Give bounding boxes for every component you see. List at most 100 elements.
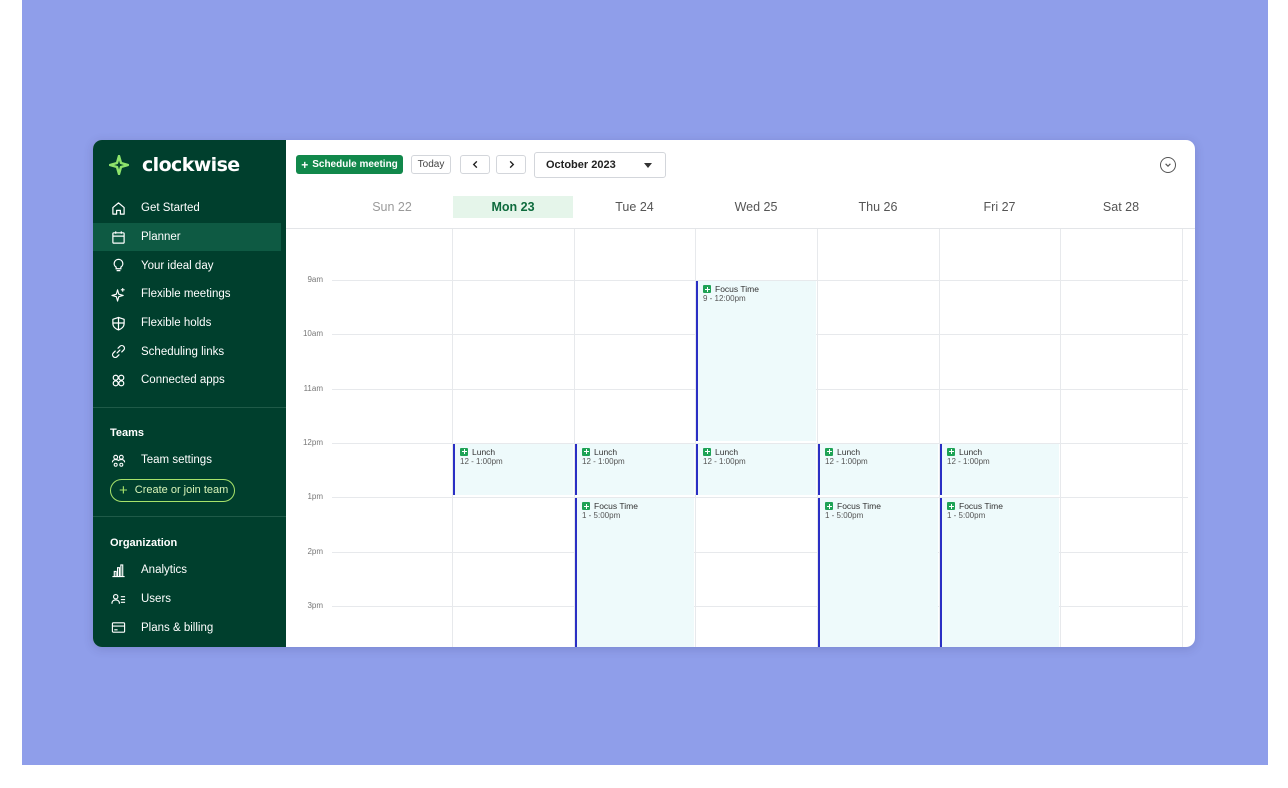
sidebar-item-label: Get Started bbox=[141, 202, 200, 215]
main-nav: Get Started Planner Your ideal day Flexi… bbox=[93, 194, 286, 395]
create-or-join-team-button[interactable]: + Create or join team bbox=[110, 478, 235, 502]
clockwise-event-icon bbox=[460, 447, 468, 456]
hour-label: 10am bbox=[302, 329, 323, 339]
hour-gridline bbox=[332, 605, 1188, 607]
event-title: Lunch bbox=[959, 446, 983, 457]
event-title: Focus Time bbox=[959, 501, 1003, 512]
app-name: clockwise bbox=[142, 154, 240, 176]
today-button[interactable]: Today bbox=[411, 155, 451, 174]
event-title: Focus Time bbox=[715, 284, 759, 294]
sidebar-item-label: Flexible holds bbox=[141, 317, 212, 330]
sidebar-item-users[interactable]: Users bbox=[93, 585, 286, 614]
users-list-icon bbox=[110, 591, 126, 607]
clockwise-event-icon bbox=[582, 502, 590, 511]
event-title-row: Focus Time bbox=[947, 501, 1059, 511]
apps-icon bbox=[110, 372, 126, 388]
event-time: 1 - 5:00pm bbox=[825, 511, 864, 521]
calendar-icon bbox=[110, 229, 126, 245]
hour-gridline bbox=[332, 497, 1188, 499]
event-title: Lunch bbox=[594, 446, 618, 457]
calendar-event[interactable]: Focus Time 1 - 5:00pm bbox=[940, 498, 1059, 647]
more-options-button[interactable] bbox=[1160, 157, 1176, 173]
home-icon bbox=[110, 200, 126, 216]
clockwise-event-icon bbox=[703, 285, 711, 293]
teams-section: Teams Team settings + Create or join tea… bbox=[93, 408, 286, 502]
schedule-meeting-button[interactable]: + Schedule meeting bbox=[296, 155, 403, 174]
day-header[interactable]: Sat 28 bbox=[1060, 196, 1182, 218]
sidebar-item-ideal-day[interactable]: Your ideal day bbox=[93, 251, 286, 280]
event-title: Focus Time bbox=[594, 501, 638, 512]
clockwise-logo-icon bbox=[109, 155, 129, 175]
event-time: 12 - 1:00pm bbox=[582, 456, 625, 466]
lightbulb-icon bbox=[110, 258, 126, 274]
calendar-event[interactable]: Lunch 12 - 1:00pm bbox=[940, 443, 1059, 496]
day-header[interactable]: Fri 27 bbox=[939, 196, 1060, 218]
calendar-event[interactable]: Lunch 12 - 1:00pm bbox=[575, 443, 694, 496]
sidebar-item-label: Connected apps bbox=[141, 374, 225, 387]
teams-heading: Teams bbox=[110, 427, 145, 439]
plus-icon: + bbox=[119, 481, 128, 499]
event-title: Lunch bbox=[472, 446, 496, 457]
event-title-row: Focus Time bbox=[582, 501, 694, 511]
sidebar-item-plans-billing[interactable]: Plans & billing bbox=[93, 613, 286, 642]
event-time: 12 - 1:00pm bbox=[460, 456, 503, 466]
sidebar-item-flexible-holds[interactable]: Flexible holds bbox=[93, 309, 286, 338]
event-title-row: Lunch bbox=[825, 447, 938, 457]
month-label: October 2023 bbox=[546, 159, 616, 171]
sidebar: clockwise Get Started Planner Your ideal… bbox=[93, 140, 286, 647]
day-column-divider bbox=[1060, 229, 1061, 647]
calendar-event[interactable]: Lunch 12 - 1:00pm bbox=[818, 443, 938, 496]
week-calendar: 9am 10am 11am 12pm 1pm 2pm 3pm Focus Time 9 - 12… bbox=[286, 188, 1195, 647]
sidebar-item-label: Flexible meetings bbox=[141, 288, 231, 301]
sidebar-item-label: Planner bbox=[141, 231, 181, 244]
hour-label: 9am bbox=[307, 275, 323, 284]
next-week-button[interactable] bbox=[496, 155, 526, 174]
team-icon bbox=[110, 452, 126, 468]
shield-icon bbox=[110, 315, 126, 331]
sidebar-item-get-started[interactable]: Get Started bbox=[93, 194, 286, 223]
sidebar-item-label: Scheduling links bbox=[141, 345, 225, 358]
previous-week-button[interactable] bbox=[460, 155, 490, 174]
day-header[interactable]: Sun 22 bbox=[332, 196, 452, 218]
event-title: Focus Time bbox=[837, 501, 881, 512]
sidebar-item-label: Your ideal day bbox=[141, 259, 214, 272]
clockwise-event-icon bbox=[582, 447, 590, 456]
logo[interactable]: clockwise bbox=[109, 154, 240, 176]
organization-section: Organization Analytics Users Plans & bil… bbox=[93, 517, 286, 642]
app-window: clockwise Get Started Planner Your ideal… bbox=[93, 140, 1195, 647]
hour-label: 3pm bbox=[307, 600, 323, 610]
event-title: Lunch bbox=[837, 446, 861, 457]
day-header[interactable]: Mon 23 bbox=[453, 196, 573, 218]
calendar-event[interactable]: Focus Time 9 - 12:00pm bbox=[696, 281, 816, 441]
calendar-event[interactable]: Focus Time 1 - 5:00pm bbox=[575, 498, 694, 647]
clockwise-event-icon bbox=[825, 447, 833, 456]
calendar-event[interactable]: Focus Time 1 - 5:00pm bbox=[818, 498, 938, 647]
day-header[interactable]: Tue 24 bbox=[574, 196, 695, 218]
sidebar-item-connected-apps[interactable]: Connected apps bbox=[93, 366, 286, 395]
sidebar-item-label: Plans & billing bbox=[141, 621, 214, 634]
event-title-row: Focus Time bbox=[825, 501, 938, 511]
hour-label: 12pm bbox=[302, 437, 323, 447]
sidebar-item-scheduling-links[interactable]: Scheduling links bbox=[93, 337, 286, 366]
event-title: Lunch bbox=[715, 446, 739, 457]
event-title-row: Lunch bbox=[460, 447, 573, 457]
day-column-divider bbox=[1182, 229, 1183, 647]
bar-chart-icon bbox=[110, 562, 126, 578]
month-select[interactable]: October 2023 bbox=[534, 152, 666, 178]
sidebar-item-analytics[interactable]: Analytics bbox=[93, 556, 286, 585]
sparkle-icon bbox=[110, 286, 126, 302]
day-header[interactable]: Wed 25 bbox=[695, 196, 817, 218]
sidebar-item-team-settings[interactable]: Team settings bbox=[93, 446, 286, 475]
hour-label: 1pm bbox=[307, 492, 323, 502]
clockwise-event-icon bbox=[947, 447, 955, 456]
event-time: 12 - 1:00pm bbox=[947, 456, 990, 466]
calendar-event[interactable]: Lunch 12 - 1:00pm bbox=[696, 443, 816, 496]
sidebar-item-planner[interactable]: Planner bbox=[93, 222, 281, 252]
event-title-row: Focus Time bbox=[703, 284, 816, 294]
hour-gridline bbox=[332, 551, 1188, 553]
sidebar-item-flexible-meetings[interactable]: Flexible meetings bbox=[93, 280, 286, 309]
calendar-grid: 9am 10am 11am 12pm 1pm 2pm 3pm Focus Time 9 - 12… bbox=[286, 229, 1195, 647]
day-header[interactable]: Thu 26 bbox=[817, 196, 939, 218]
event-title-row: Lunch bbox=[582, 447, 694, 457]
calendar-event[interactable]: Lunch 12 - 1:00pm bbox=[453, 443, 573, 496]
